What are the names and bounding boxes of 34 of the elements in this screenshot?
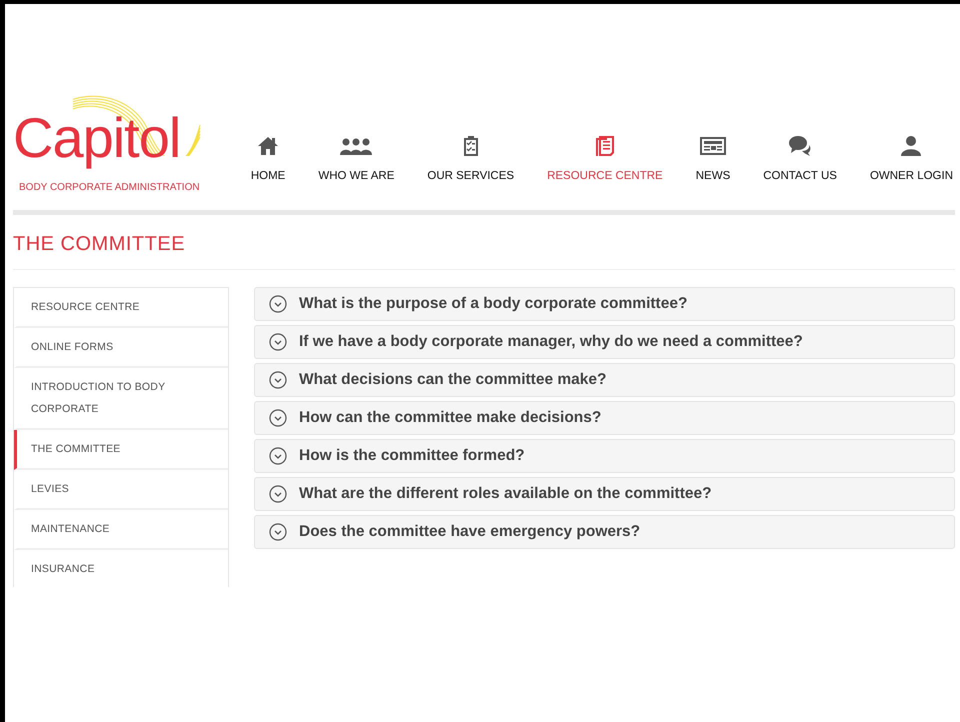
chevron-icon [269, 333, 287, 351]
person-icon [899, 134, 924, 158]
logo-tagline: BODY CORPORATE ADMINISTRATION [19, 181, 200, 195]
nav-link[interactable]: WHO WE ARE [318, 96, 394, 186]
sidebar-item[interactable]: THE COMMITTEE [14, 430, 228, 470]
chevron-icon [269, 523, 287, 541]
sidebar-item[interactable]: RESOURCE CENTRE [14, 288, 228, 328]
faq-question[interactable]: What is the purpose of a body corporate committee? [254, 287, 955, 321]
faq-question[interactable]: Does the committee have emergency powers? [254, 515, 955, 549]
chat-icon [788, 134, 812, 158]
nav-link[interactable]: OUR SERVICES [427, 96, 514, 186]
faq-question[interactable]: What decisions can the committee make? [254, 363, 955, 397]
faq-question[interactable]: How is the committee formed? [254, 439, 955, 473]
page-title: THE COMMITTEE [13, 215, 955, 270]
nav-link[interactable]: NEWS [696, 96, 730, 186]
faq-question[interactable]: What are the different roles available on the committee? [254, 477, 955, 511]
home-icon [256, 134, 280, 158]
faq-question[interactable]: If we have a body corporate manager, why do we need a committee? [254, 325, 955, 359]
nav-link[interactable]: CONTACT US [763, 96, 837, 186]
chevron-icon [269, 409, 287, 427]
sidebar-item[interactable]: ONLINE FORMS [14, 328, 228, 368]
faq-question[interactable]: How can the committee make decisions? [254, 401, 955, 435]
nav-link[interactable]: HOME [250, 96, 286, 186]
sidebar-item[interactable]: MAINTENANCE [14, 510, 228, 550]
sidebar-item[interactable]: INTRODUCTION TO BODY CORPORATE [14, 368, 228, 430]
chevron-icon [269, 447, 287, 465]
newspaper-icon [698, 134, 727, 158]
chevron-icon [269, 371, 287, 389]
sidebar-item[interactable]: INSURANCE [14, 550, 228, 587]
sidebar-item[interactable]: LEVIES [14, 470, 228, 510]
chevron-icon [269, 295, 287, 313]
chevron-icon [269, 485, 287, 503]
nav-link[interactable]: RESOURCE CENTRE [547, 96, 663, 186]
nav-link[interactable]: OWNER LOGIN [870, 96, 953, 186]
